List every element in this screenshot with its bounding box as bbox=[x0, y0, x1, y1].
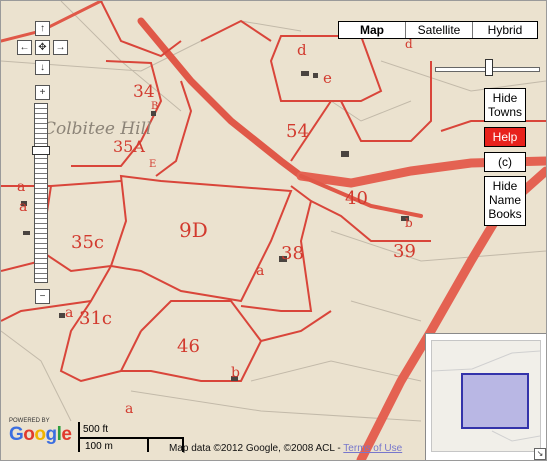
hide-name-books-button[interactable]: Hide Name Books bbox=[484, 176, 526, 226]
map-type-hybrid-button[interactable]: Hybrid bbox=[473, 22, 537, 38]
scale-imperial-label: 500 ft bbox=[83, 424, 109, 435]
overview-map[interactable]: ↘ bbox=[425, 333, 546, 460]
pan-right-button[interactable]: → bbox=[53, 40, 68, 55]
parcel-label: e bbox=[323, 69, 332, 87]
parcel-label: b bbox=[231, 365, 240, 381]
parcel-label: E bbox=[149, 159, 156, 170]
minus-icon: − bbox=[39, 291, 46, 302]
map-type-control: Map Satellite Hybrid bbox=[338, 21, 538, 39]
pan-down-button[interactable]: ↓ bbox=[35, 60, 50, 75]
help-button[interactable]: Help bbox=[484, 127, 526, 147]
parcel-label: 35A bbox=[113, 137, 145, 156]
parcel-label: a bbox=[65, 305, 73, 321]
parcel-label: 54 bbox=[286, 121, 309, 142]
map-attribution: Map data ©2012 Google, ©2008 ACL - Terms… bbox=[169, 443, 402, 454]
hide-towns-button[interactable]: Hide Towns bbox=[484, 88, 526, 122]
zoom-out-button[interactable]: − bbox=[35, 289, 50, 304]
zoom-in-button[interactable]: + bbox=[35, 85, 50, 100]
google-logo[interactable]: Google bbox=[9, 424, 72, 446]
parcel-label: 34 bbox=[133, 82, 155, 102]
scale-metric-label: 100 m bbox=[85, 441, 113, 452]
parcel-label: 46 bbox=[177, 336, 200, 357]
parcel-label: 9D bbox=[179, 218, 208, 242]
overview-map-inner[interactable] bbox=[431, 340, 541, 452]
arrow-right-icon: → bbox=[55, 42, 66, 53]
scale-imperial-bar bbox=[78, 437, 184, 439]
parcel-label: d bbox=[297, 41, 307, 59]
scale-tick bbox=[78, 422, 80, 452]
pan-center-button[interactable]: ✥ bbox=[35, 40, 50, 55]
map-type-satellite-button[interactable]: Satellite bbox=[406, 22, 473, 38]
parcel-label: 31c bbox=[79, 308, 112, 329]
attribution-text: Map data ©2012 Google, ©2008 ACL - bbox=[169, 443, 344, 454]
parcel-label: a bbox=[17, 179, 25, 195]
pan-up-button[interactable]: ↑ bbox=[35, 21, 50, 36]
zoom-slider-thumb[interactable] bbox=[32, 146, 50, 155]
arrow-left-icon: ← bbox=[19, 42, 30, 53]
overview-viewport-rectangle[interactable] bbox=[461, 373, 529, 429]
parcel-label: d bbox=[405, 37, 413, 51]
arrow-down-icon: ↓ bbox=[40, 62, 45, 73]
plus-icon: + bbox=[39, 87, 46, 98]
hill-name-label: Colbitee Hill bbox=[43, 119, 152, 139]
parcel-label: a bbox=[125, 401, 133, 417]
terms-of-use-link[interactable]: Terms of Use bbox=[343, 443, 402, 454]
pan-left-button[interactable]: ← bbox=[17, 40, 32, 55]
map-frame[interactable]: Colbitee Hill 34 B 35A E d e 54 40 b 9D … bbox=[0, 0, 547, 461]
map-type-map-button[interactable]: Map bbox=[339, 22, 406, 38]
corner-arrow-icon[interactable]: ↘ bbox=[534, 448, 546, 460]
parcel-label: 39 bbox=[393, 241, 416, 262]
move-center-icon: ✥ bbox=[38, 42, 47, 53]
parcel-label: 40 bbox=[345, 188, 368, 209]
zoom-slider-track[interactable] bbox=[34, 103, 48, 283]
parcel-label: a bbox=[256, 263, 264, 279]
parcel-label: B bbox=[151, 101, 158, 112]
parcel-label: 35c bbox=[71, 232, 104, 253]
parcel-label: 38 bbox=[281, 243, 304, 264]
opacity-slider-thumb[interactable] bbox=[484, 59, 493, 76]
arrow-up-icon: ↑ bbox=[40, 23, 45, 34]
copyright-button[interactable]: (c) bbox=[484, 152, 526, 172]
parcel-label: b bbox=[405, 216, 413, 230]
parcel-label: a bbox=[19, 199, 27, 215]
scale-tick bbox=[147, 437, 149, 452]
